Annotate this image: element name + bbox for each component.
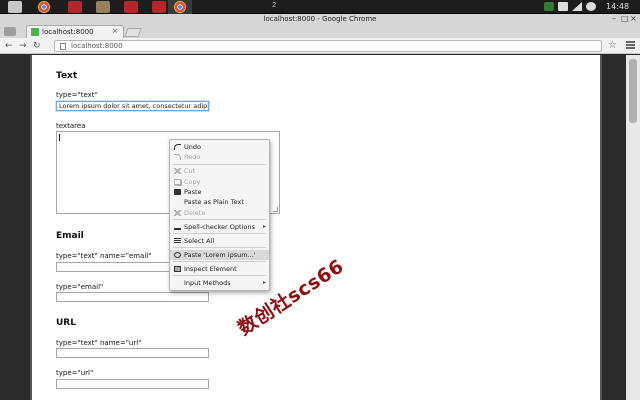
tab-close-icon[interactable]: ×: [112, 27, 118, 35]
menu-label: Cut: [184, 167, 196, 175]
menu-item-cut[interactable]: Cut: [170, 166, 269, 176]
submenu-arrow-icon: ▸: [262, 279, 266, 286]
resize-grip-icon[interactable]: [273, 207, 278, 212]
network-tray-icon[interactable]: [572, 2, 582, 11]
menu-item-inspect[interactable]: Inspect Element: [170, 264, 269, 274]
files-app-icon[interactable]: [8, 1, 22, 13]
menu-label: Spell-checker Options: [184, 223, 255, 231]
label-text-url: type="text" name="url": [56, 339, 142, 347]
select-all-icon: [174, 238, 181, 244]
tab-localhost[interactable]: localhost:8000 ×: [26, 25, 124, 38]
text-url-input[interactable]: [56, 348, 209, 358]
page-icon: [60, 43, 66, 50]
scrollbar-thumb[interactable]: [629, 59, 637, 123]
app-window-icon[interactable]: [124, 1, 138, 13]
menu-item-paste-lorem[interactable]: Paste 'Lorem ipsum...': [170, 250, 269, 260]
undo-icon: [174, 144, 181, 150]
tab-title: localhost:8000: [42, 28, 94, 36]
section-title-url: URL: [56, 318, 76, 328]
search-icon: [174, 252, 181, 258]
menu-item-paste[interactable]: Paste: [170, 187, 269, 197]
menu-item-input-methods[interactable]: Input Methods ▸: [170, 278, 269, 288]
menu-separator: [173, 261, 266, 262]
favicon-icon: [31, 28, 39, 36]
url-text[interactable]: localhost:8000: [71, 42, 123, 50]
volume-tray-icon[interactable]: [586, 2, 596, 11]
scissors-icon: [174, 168, 181, 174]
app-window-icon[interactable]: [152, 1, 166, 13]
label-type-text: type="text": [56, 91, 98, 99]
menu-label: Input Methods: [184, 279, 231, 287]
chrome-active-app-icon[interactable]: [174, 1, 186, 13]
page-viewport: Text type="text" Lorem ipsum dolor sit a…: [0, 55, 640, 400]
label-type-email: type="email": [56, 283, 104, 291]
new-tab-button[interactable]: [124, 28, 142, 37]
label-type-url: type="url": [56, 369, 94, 377]
section-title-email: Email: [56, 231, 84, 241]
menu-separator: [173, 275, 266, 276]
browser-toolbar: ← → ↻ localhost:8000 ☆: [0, 38, 640, 54]
text-caret: [59, 134, 60, 141]
app-window-icon[interactable]: [68, 1, 82, 13]
label-textarea: textarea: [56, 122, 86, 130]
battery-tray-icon[interactable]: [544, 2, 554, 11]
forward-icon[interactable]: →: [19, 40, 27, 52]
menu-label: Redo: [184, 153, 201, 161]
menu-separator: [173, 219, 266, 220]
window-title: localhost:8000 - Google Chrome: [263, 15, 377, 23]
tab-strip: localhost:8000 ×: [0, 24, 640, 38]
menu-separator: [173, 233, 266, 234]
page-content: Text type="text" Lorem ipsum dolor sit a…: [30, 55, 602, 400]
menu-item-paste-plain[interactable]: Paste as Plain Text: [170, 197, 269, 207]
spellcheck-icon: [174, 224, 181, 230]
delete-icon: [174, 210, 181, 216]
menu-label: Paste as Plain Text: [184, 198, 244, 206]
menu-label: Select All: [184, 237, 215, 245]
workspace-number[interactable]: 2: [272, 1, 276, 9]
menu-label: Copy: [184, 178, 201, 186]
page-scrollbar[interactable]: [626, 55, 640, 400]
menu-label: Paste 'Lorem ipsum...': [184, 251, 256, 259]
section-title-text: Text: [56, 71, 78, 81]
menu-item-spell-checker[interactable]: Spell-checker Options ▸: [170, 222, 269, 232]
minimize-icon[interactable]: –: [612, 15, 616, 23]
menu-item-undo[interactable]: Undo: [170, 142, 269, 152]
menu-label: Paste: [184, 188, 202, 196]
submenu-arrow-icon: ▸: [262, 223, 266, 230]
text-input[interactable]: Lorem ipsum dolor sit amet, consectetur …: [56, 101, 209, 111]
clock[interactable]: 14:48: [606, 2, 629, 11]
reload-icon[interactable]: ↻: [33, 40, 41, 52]
menu-label: Inspect Element: [184, 265, 237, 273]
window-titlebar: localhost:8000 - Google Chrome – □ ×: [0, 14, 640, 24]
menu-label: Delete: [184, 209, 206, 217]
menu-item-copy[interactable]: Copy: [170, 177, 269, 187]
redo-icon: [174, 154, 181, 160]
menu-item-delete[interactable]: Delete: [170, 208, 269, 218]
email-input[interactable]: [56, 292, 209, 302]
menu-separator: [173, 164, 266, 165]
os-taskbar: 2 14:48: [0, 0, 640, 14]
close-window-icon[interactable]: ×: [630, 15, 637, 23]
label-text-email: type="text" name="email": [56, 252, 152, 260]
clipboard-icon: [174, 189, 181, 195]
menu-item-select-all[interactable]: Select All: [170, 236, 269, 246]
url-input[interactable]: [56, 379, 209, 389]
folder-app-icon[interactable]: [96, 1, 110, 13]
chrome-app-icon[interactable]: [38, 1, 50, 13]
maximize-icon[interactable]: □: [621, 15, 629, 23]
bookmark-star-icon[interactable]: ☆: [608, 40, 617, 52]
back-icon[interactable]: ←: [5, 40, 13, 52]
window-tray-icon[interactable]: [558, 2, 568, 11]
address-bar[interactable]: localhost:8000: [54, 40, 602, 52]
copy-icon: [174, 179, 181, 185]
menu-label: Undo: [184, 143, 201, 151]
app-menu-icon[interactable]: [4, 27, 16, 36]
context-menu: Undo Redo Cut Copy Paste Paste as Plain …: [169, 139, 270, 291]
menu-item-redo[interactable]: Redo: [170, 152, 269, 162]
menu-separator: [173, 247, 266, 248]
inspect-icon: [174, 266, 181, 272]
chrome-menu-icon[interactable]: [626, 41, 635, 50]
